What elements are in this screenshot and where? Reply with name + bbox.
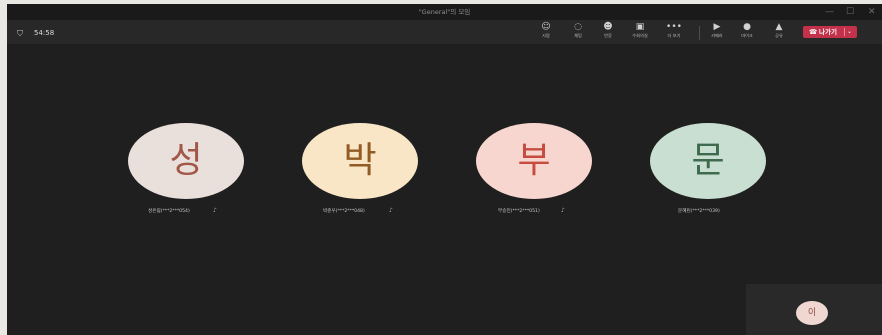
more-label: 더 보기: [667, 33, 681, 38]
share-icon: ▲: [775, 22, 783, 32]
title-bar: "General"의 모임 — ☐ ✕: [7, 4, 882, 20]
meeting-window: "General"의 모임 — ☐ ✕ ⛉ 54:58 ☺ 사람 ◌ 채팅 ☻ …: [7, 4, 882, 335]
view-icon: ▣: [635, 22, 645, 32]
toolbar-divider: [699, 26, 700, 40]
participant-name: 문혜린(***2***039): [678, 209, 720, 214]
participant-name: 박준우(***2***048): [323, 209, 365, 214]
more-button[interactable]: ••• 더 보기: [661, 22, 687, 39]
reactions-button[interactable]: ☻ 반응: [595, 22, 621, 39]
mic-off-icon: ♪: [561, 207, 565, 214]
self-avatar: 이: [796, 301, 828, 325]
mic-label: 마이크: [741, 33, 753, 38]
chat-icon: ◌: [574, 22, 582, 32]
camera-button[interactable]: ▶ 카메라: [704, 22, 730, 39]
window-title: "General"의 모임: [418, 8, 471, 16]
close-button[interactable]: ✕: [868, 5, 876, 19]
meeting-toolbar: ⛉ 54:58 ☺ 사람 ◌ 채팅 ☻ 반응 ▣ 수회의실 ••• 더 보기 ▶…: [7, 20, 882, 44]
participant-avatar: 문: [650, 123, 766, 199]
participant-avatar: 부: [476, 123, 592, 199]
reactions-label: 반응: [604, 33, 612, 38]
leave-label: 나가기: [819, 28, 837, 36]
leave-button[interactable]: ☎ 나가기 ⌄: [803, 26, 857, 38]
mic-off-icon: ♪: [213, 207, 217, 214]
chat-button[interactable]: ◌ 채팅: [565, 22, 591, 39]
mic-off-icon: ♪: [389, 207, 393, 214]
camera-label: 카메라: [711, 33, 723, 38]
share-label: 공유: [775, 33, 783, 38]
mic-icon: ●: [743, 22, 751, 32]
view-button[interactable]: ▣ 수회의실: [627, 22, 653, 39]
leave-divider: [844, 28, 845, 36]
people-button[interactable]: ☺ 사람: [533, 22, 559, 39]
camera-icon: ▶: [713, 22, 721, 32]
chevron-down-icon[interactable]: ⌄: [847, 26, 852, 38]
share-button[interactable]: ▲ 공유: [766, 22, 792, 39]
participant-avatar: 박: [302, 123, 418, 199]
view-label: 수회의실: [632, 33, 648, 38]
phone-icon: ☎: [809, 28, 818, 36]
mic-button[interactable]: ● 마이크: [734, 22, 760, 39]
people-icon: ☺: [541, 22, 551, 32]
participant-avatar: 성: [128, 123, 244, 199]
participant-name: 부승민(***2***051): [498, 209, 540, 214]
participant-name: 성은림(***2***054): [148, 209, 190, 214]
meeting-timer: 54:58: [34, 29, 55, 37]
people-label: 사람: [542, 33, 550, 38]
minimize-button[interactable]: —: [825, 5, 834, 19]
reactions-icon: ☻: [603, 22, 613, 32]
shield-icon: ⛉: [17, 29, 23, 38]
maximize-button[interactable]: ☐: [846, 5, 854, 19]
more-icon: •••: [666, 22, 682, 32]
self-view-tile[interactable]: 이: [746, 284, 882, 335]
chat-label: 채팅: [574, 33, 582, 38]
